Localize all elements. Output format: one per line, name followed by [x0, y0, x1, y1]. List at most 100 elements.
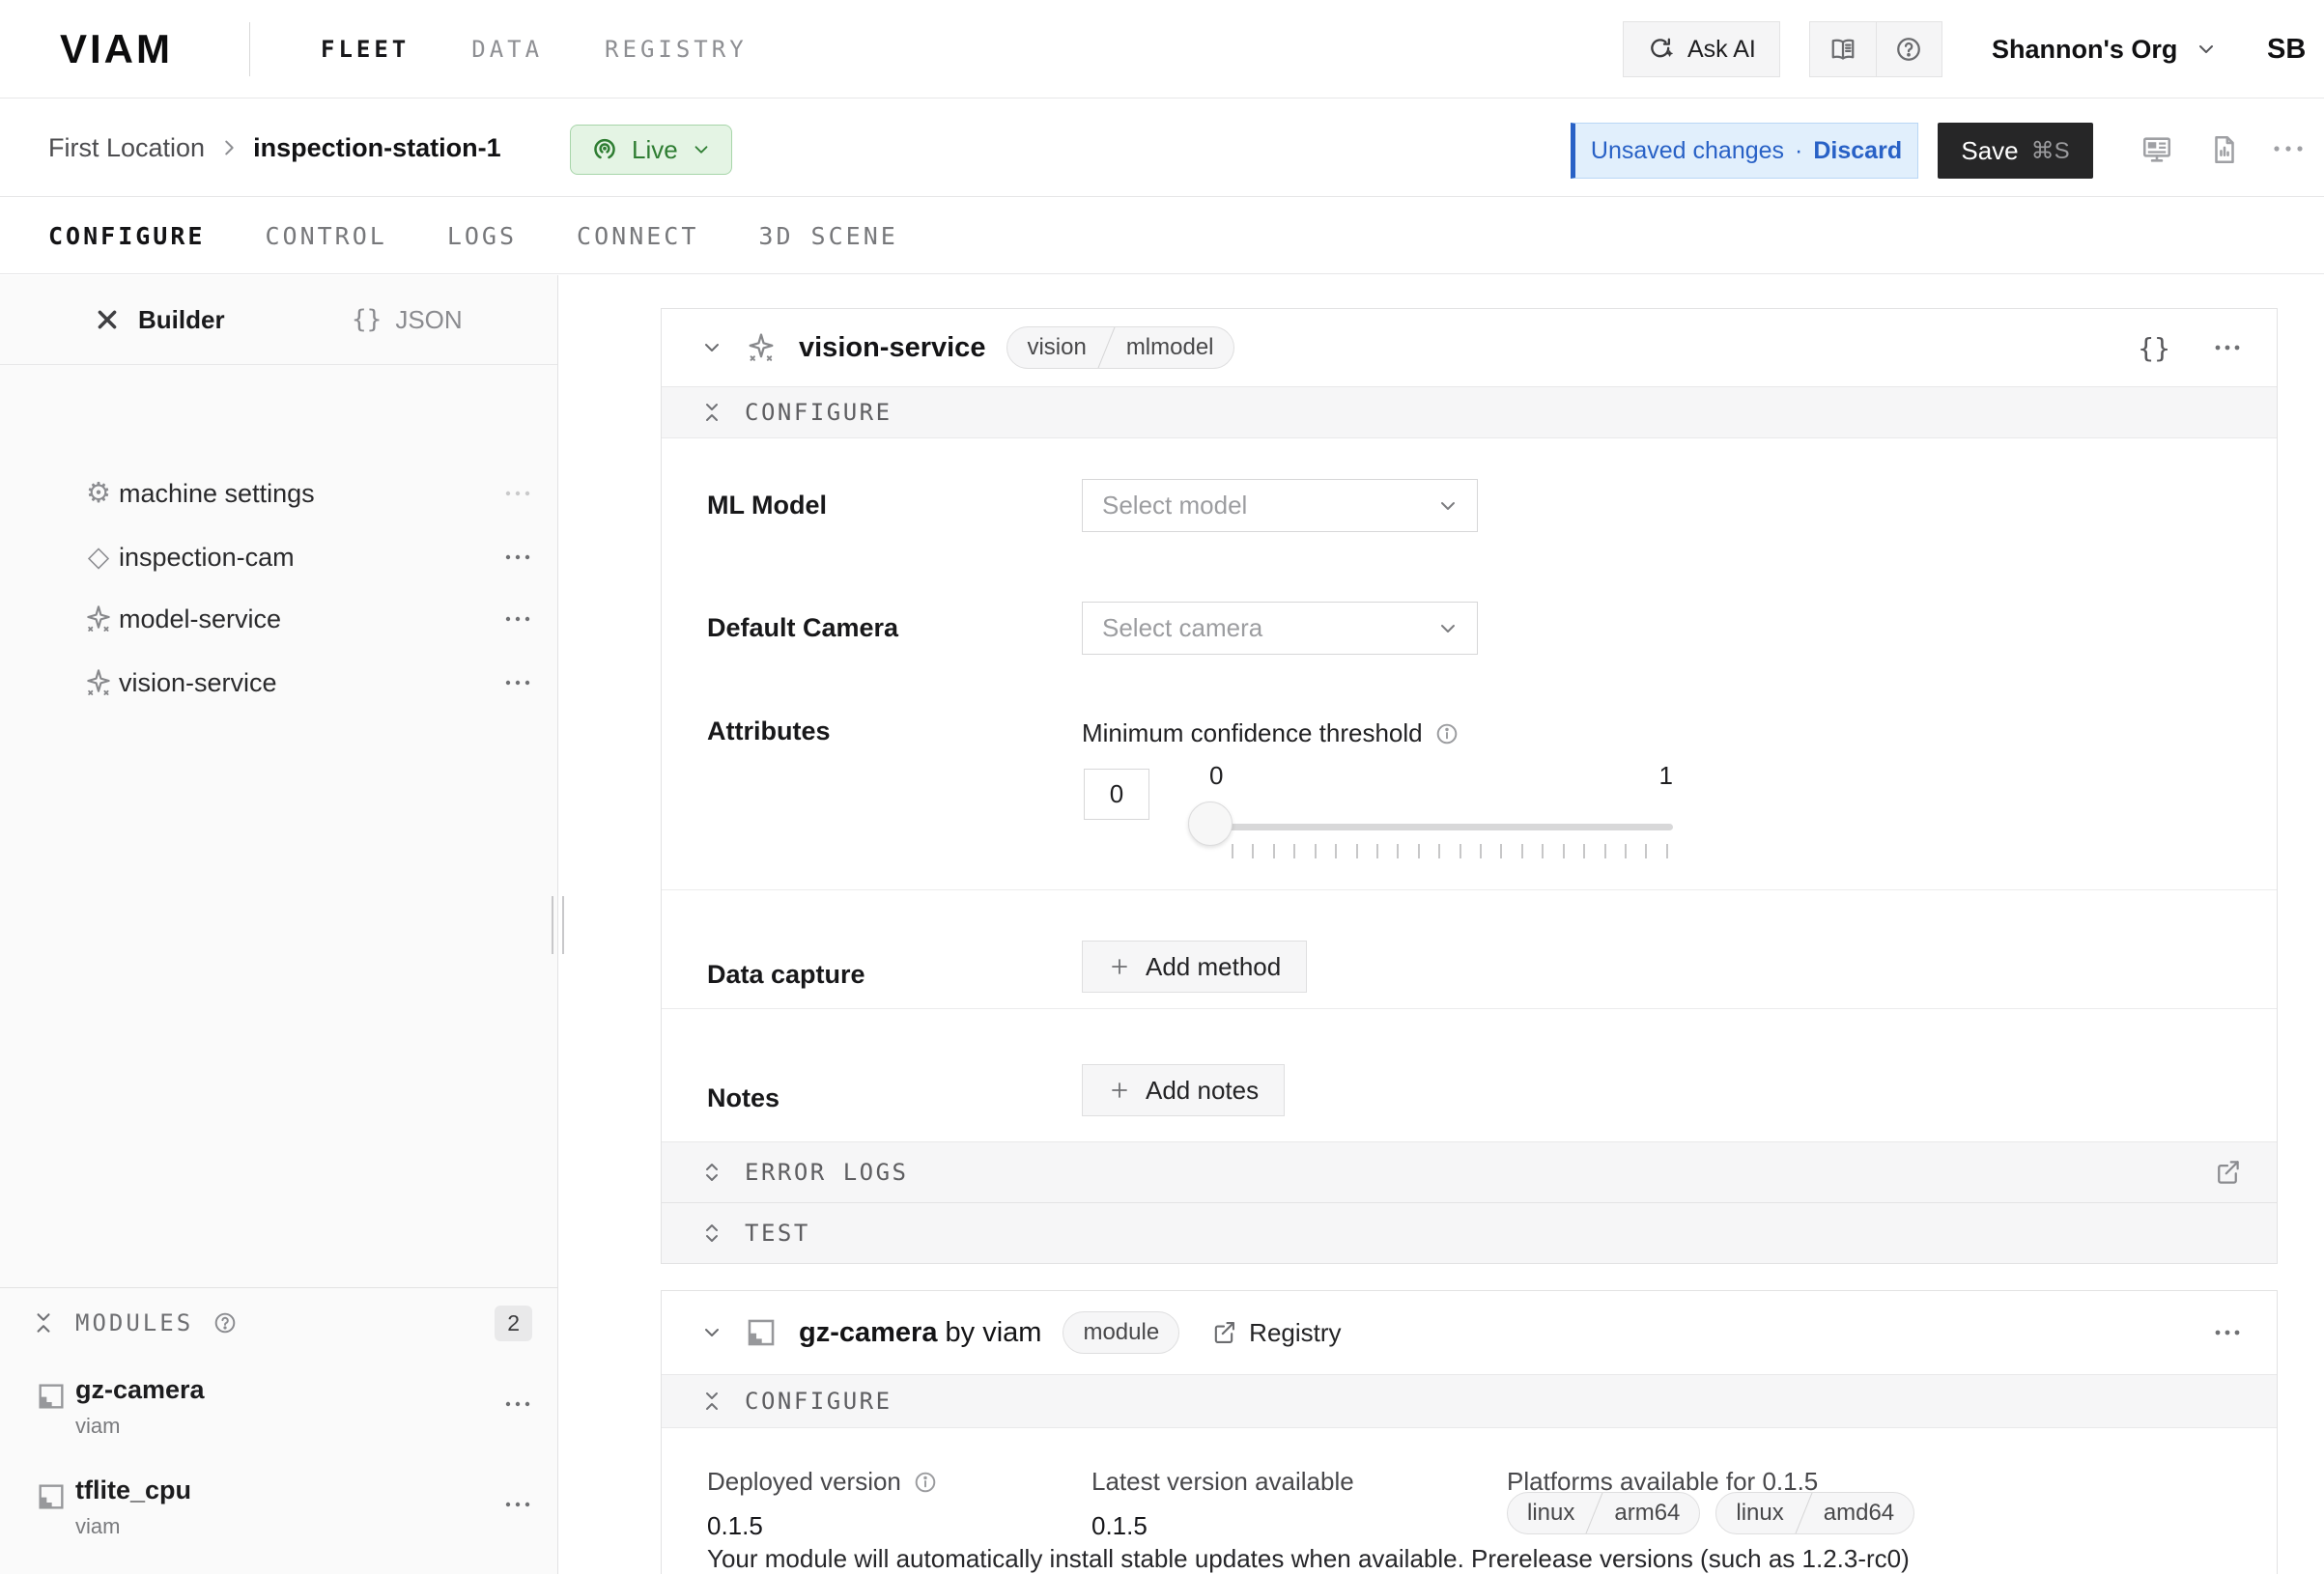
top-nav: FLEET DATA REGISTRY	[321, 0, 748, 98]
org-switcher[interactable]: Shannon's Org	[1992, 0, 2218, 98]
tree-item-label: machine settings	[119, 479, 315, 509]
save-shortcut: ⌘S	[2031, 137, 2070, 165]
module-list-item-tflite-cpu[interactable]: tflite_cpu viam	[0, 1476, 557, 1559]
sidebar-resize-handle[interactable]	[552, 896, 564, 954]
module-icon	[36, 1481, 67, 1512]
unsaved-label: Unsaved changes	[1591, 137, 1784, 165]
org-name: Shannon's Org	[1992, 35, 2177, 65]
open-logs-external-icon[interactable]	[2213, 1158, 2242, 1187]
more-options-icon[interactable]	[2272, 142, 2305, 155]
tree-item-label: inspection-cam	[119, 543, 295, 573]
viam-logo[interactable]: VIAM	[60, 26, 173, 72]
add-method-label: Add method	[1146, 952, 1281, 982]
service-sparkle-icon	[745, 331, 778, 364]
more-options-icon[interactable]	[504, 677, 531, 689]
registry-link[interactable]: Registry	[1210, 1318, 1341, 1348]
slider-max-label: 1	[1659, 761, 1673, 791]
tree-item-vision-service[interactable]: vision-service	[0, 656, 557, 710]
vision-card-header: vision-service vision mlmodel {}	[662, 309, 2277, 386]
separator-dot: ·	[1795, 137, 1802, 165]
latest-version-label: Latest version available	[1091, 1467, 1354, 1497]
chevron-down-icon	[691, 139, 712, 160]
notes-label: Notes	[707, 1083, 779, 1113]
more-options-icon[interactable]	[504, 488, 531, 499]
vision-card-body: ML Model Select model Default Camera Sel…	[662, 438, 2277, 1141]
ml-model-select[interactable]: Select model	[1082, 479, 1478, 532]
configure-section-bar[interactable]: CONFIGURE	[662, 1374, 2277, 1428]
configure-section-label: CONFIGURE	[745, 1388, 893, 1415]
more-options-icon[interactable]	[504, 1499, 531, 1510]
info-icon[interactable]	[1434, 721, 1460, 746]
machine-bar: First Location inspection-station-1 Live…	[0, 99, 2324, 197]
tab-control[interactable]: CONTROL	[265, 222, 386, 250]
card-title: gz-camera by viam	[799, 1317, 1041, 1349]
module-icon	[745, 1316, 778, 1349]
tree-item-machine-settings[interactable]: ⚙ machine settings	[0, 466, 557, 520]
configure-section-bar[interactable]: CONFIGURE	[662, 386, 2277, 438]
expand-section-icon	[700, 1161, 723, 1184]
default-camera-select[interactable]: Select camera	[1082, 602, 1478, 655]
monitor-icon[interactable]	[2140, 133, 2173, 166]
docs-book-icon[interactable]	[1810, 22, 1876, 76]
more-options-icon[interactable]	[504, 551, 531, 563]
threshold-slider-track[interactable]	[1209, 824, 1673, 830]
user-avatar[interactable]: SB	[2267, 0, 2306, 98]
more-options-icon[interactable]	[2213, 342, 2242, 353]
card-title: vision-service	[799, 332, 985, 364]
error-logs-section-bar[interactable]: ERROR LOGS	[662, 1141, 2277, 1202]
collapse-section-icon	[700, 1390, 723, 1413]
test-section-bar[interactable]: TEST	[662, 1202, 2277, 1263]
live-broadcast-icon	[590, 135, 619, 164]
tag-module: module	[1063, 1319, 1178, 1346]
add-notes-button[interactable]: Add notes	[1082, 1064, 1285, 1116]
help-icon[interactable]	[1876, 22, 1942, 76]
discard-button[interactable]: Discard	[1813, 137, 1902, 165]
tab-connect[interactable]: CONNECT	[577, 222, 698, 250]
modules-help-icon[interactable]	[213, 1310, 238, 1335]
data-capture-label: Data capture	[707, 960, 865, 990]
info-icon[interactable]	[913, 1470, 938, 1495]
json-mode-toggle[interactable]: {} JSON	[352, 275, 463, 364]
ask-ai-label: Ask AI	[1687, 36, 1756, 64]
save-button[interactable]: Save ⌘S	[1938, 123, 2093, 179]
deployed-version-label-row: Deployed version	[707, 1467, 938, 1497]
registry-label: Registry	[1249, 1318, 1341, 1348]
more-options-icon[interactable]	[2213, 1327, 2242, 1338]
platform-os: linux	[1508, 1500, 1594, 1527]
threshold-slider-handle[interactable]	[1188, 801, 1233, 846]
collapse-card-icon[interactable]	[700, 1321, 723, 1344]
view-json-icon[interactable]: {}	[2138, 332, 2170, 364]
modules-title: MODULES	[75, 1309, 193, 1336]
unsaved-changes-banner: Unsaved changes · Discard	[1571, 123, 1918, 179]
threshold-value-input[interactable]: 0	[1084, 769, 1149, 820]
more-options-icon[interactable]	[504, 613, 531, 625]
machine-status-dropdown[interactable]: Live	[570, 125, 732, 175]
ask-ai-button[interactable]: Ask AI	[1623, 21, 1780, 77]
config-sidebar: Builder {} JSON inspection-station-1-mai…	[0, 275, 558, 1574]
auto-update-note: Your module will automatically install s…	[707, 1544, 1910, 1574]
tab-3d-scene[interactable]: 3D SCENE	[758, 222, 897, 250]
breadcrumb-location[interactable]: First Location	[48, 133, 205, 163]
chevron-down-icon	[2195, 38, 2218, 61]
collapse-section-icon[interactable]	[31, 1310, 56, 1335]
nav-fleet[interactable]: FLEET	[321, 36, 410, 63]
tree-item-model-service[interactable]: model-service	[0, 592, 557, 646]
add-method-button[interactable]: Add method	[1082, 941, 1307, 993]
nav-registry[interactable]: REGISTRY	[605, 36, 748, 63]
nav-data[interactable]: DATA	[471, 36, 543, 63]
ask-ai-sparkle-icon	[1647, 36, 1674, 63]
json-label: JSON	[395, 305, 462, 335]
tree-item-inspection-cam[interactable]: ◇ inspection-cam	[0, 530, 557, 584]
collapse-section-icon	[700, 401, 723, 424]
collapse-card-icon[interactable]	[700, 336, 723, 359]
tag-vision: vision	[1007, 334, 1105, 361]
tab-configure[interactable]: CONFIGURE	[48, 222, 205, 250]
tab-logs[interactable]: LOGS	[447, 222, 517, 250]
report-document-icon[interactable]	[2208, 133, 2241, 166]
module-list-item-gz-camera[interactable]: gz-camera viam	[0, 1375, 557, 1458]
add-notes-label: Add notes	[1146, 1076, 1259, 1106]
modules-section: MODULES 2 gz-camera viam	[0, 1287, 557, 1559]
builder-mode-toggle[interactable]: Builder	[94, 275, 225, 364]
more-options-icon[interactable]	[504, 1398, 531, 1410]
save-label: Save	[1961, 136, 2018, 166]
